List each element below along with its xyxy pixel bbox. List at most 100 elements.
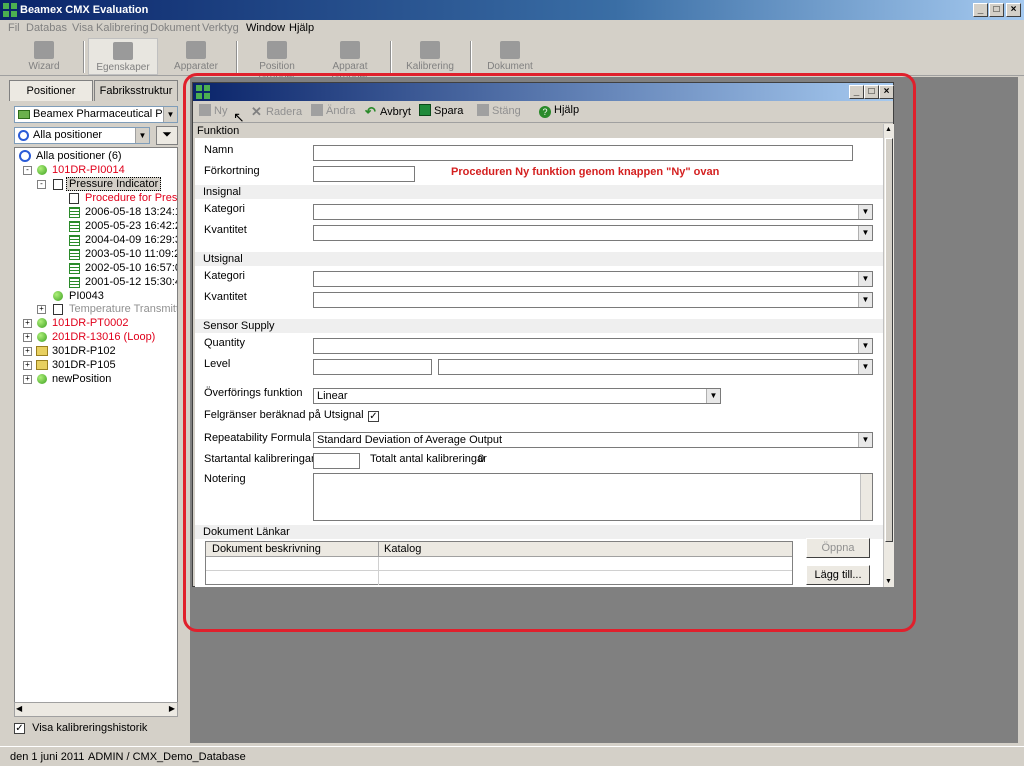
expand-icon[interactable]: + — [23, 333, 32, 342]
scrollbar-thumb[interactable] — [885, 138, 893, 542]
hjalp-button[interactable]: ? Hjälp — [539, 104, 579, 118]
egenskaper-button[interactable]: Egenskaper — [88, 38, 158, 75]
apparat-grupper-button[interactable]: Apparat Grupper — [314, 38, 386, 83]
save-icon — [419, 104, 431, 116]
tree-item-date[interactable]: 2003-05-10 11:09:28 — [85, 248, 177, 262]
position-filter-select[interactable]: Alla positioner ▼ — [14, 127, 150, 144]
radera-button[interactable]: ✕ Radera — [251, 104, 302, 119]
namn-input[interactable] — [313, 145, 853, 161]
window-maximize-button[interactable]: □ — [864, 85, 879, 99]
lagg-till-button[interactable]: Lägg till... — [806, 565, 870, 585]
expand-icon[interactable]: + — [23, 347, 32, 356]
andra-button[interactable]: Ändra — [311, 104, 355, 117]
expand-icon[interactable]: + — [23, 319, 32, 328]
tree-item-pi0043[interactable]: PI0043 — [69, 290, 104, 304]
tree-item-date[interactable]: 2006-05-18 13:24:14 — [85, 206, 177, 220]
menu-bar: Fil Databas Visa Kalibrering Dokument Ve… — [0, 20, 1024, 38]
expand-icon[interactable]: + — [23, 375, 32, 384]
filter-button[interactable]: ⏷ — [156, 126, 178, 145]
expand-icon[interactable]: + — [23, 361, 32, 370]
tree-horizontal-scrollbar[interactable]: ◀ ▶ — [14, 702, 178, 717]
tree-item-date[interactable]: 2005-05-23 16:42:29 — [85, 220, 177, 234]
utsignal-kategori-select[interactable]: ▼ — [313, 271, 873, 287]
scroll-up-icon[interactable]: ▲ — [885, 126, 892, 133]
menu-dokument[interactable]: Dokument — [150, 22, 200, 34]
menu-verktyg[interactable]: Verktyg — [202, 22, 239, 34]
form-vertical-scrollbar[interactable]: ▲ ▼ — [883, 124, 894, 587]
repeatability-label: Repeatability Formula — [204, 432, 311, 444]
totalt-label: Totalt antal kalibreringar — [370, 453, 487, 465]
menu-fil[interactable]: Fil — [8, 22, 20, 34]
oppna-button[interactable]: Öppna — [806, 538, 870, 558]
tree-item-pressure-indicator[interactable]: Pressure Indicator — [66, 177, 162, 191]
menu-kalibrering[interactable]: Kalibrering — [96, 22, 149, 34]
wizard-button[interactable]: Wizard — [14, 38, 74, 75]
level-unit-select[interactable]: ▼ — [438, 359, 873, 375]
tab-fabriksstruktur[interactable]: Fabriksstruktur — [94, 80, 178, 101]
tree-root[interactable]: Alla positioner (6) — [36, 150, 122, 164]
menu-hjalp[interactable]: Hjälp — [289, 22, 314, 34]
menu-window[interactable]: Window — [246, 22, 285, 34]
stang-button[interactable]: Stäng — [477, 104, 521, 117]
tree-item-temperature-transmitter[interactable]: Temperature Transmitter — [69, 303, 177, 317]
hjalp-label: Hjälp — [554, 104, 580, 116]
plant-icon — [18, 110, 30, 119]
col-dokument-beskrivning[interactable]: Dokument beskrivning — [212, 543, 321, 555]
ny-button[interactable]: Ny — [199, 104, 227, 117]
tree-item-date[interactable]: 2001-05-12 15:30:45 — [85, 276, 177, 290]
instruction-note: Proceduren Ny funktion genom knappen "Ny… — [451, 166, 720, 178]
close-button[interactable]: × — [1006, 3, 1021, 17]
tree-item-101dr-pi0014[interactable]: 101DR-PI0014 — [52, 164, 125, 178]
minimize-button[interactable]: _ — [973, 3, 988, 17]
quantity-label: Quantity — [204, 337, 245, 349]
calibration-result-icon — [69, 249, 80, 260]
overforings-value: Linear — [317, 390, 348, 402]
forkortning-input[interactable] — [313, 166, 415, 182]
window-close-button[interactable]: × — [879, 85, 894, 99]
insignal-kvantitet-select[interactable]: ▼ — [313, 225, 873, 241]
spara-label: Spara — [434, 105, 464, 117]
tree-item-procedure[interactable]: Procedure for Pressure — [85, 192, 177, 206]
plant-select[interactable]: Beamex Pharmaceutical Plant ▼ — [14, 106, 178, 123]
scroll-left-icon[interactable]: ◀ — [16, 704, 22, 713]
collapse-icon[interactable]: - — [37, 180, 46, 189]
kalibrering-button[interactable]: Kalibrering — [400, 38, 460, 75]
position-grupper-button[interactable]: Position Grupper — [240, 38, 314, 83]
notering-textarea[interactable] — [313, 473, 873, 521]
menu-visa[interactable]: Visa — [72, 22, 93, 34]
dokument-button[interactable]: Dokument — [480, 38, 540, 75]
position-ok-icon — [53, 291, 63, 301]
plant-select-value: Beamex Pharmaceutical Plant — [33, 108, 178, 120]
tree-item-101dr-pt0002[interactable]: 101DR-PT0002 — [52, 317, 128, 331]
overforings-select[interactable]: Linear ▼ — [313, 388, 721, 404]
sensor-quantity-select[interactable]: ▼ — [313, 338, 873, 354]
scroll-right-icon[interactable]: ▶ — [169, 704, 175, 713]
col-katalog[interactable]: Katalog — [384, 543, 421, 555]
totalt-value: 0 — [478, 453, 485, 465]
spara-button[interactable]: Spara — [419, 104, 463, 117]
expand-icon[interactable]: + — [37, 305, 46, 314]
tree-item-date[interactable]: 2002-05-10 16:57:01 — [85, 262, 177, 276]
tree-item-201dr-13016[interactable]: 201DR-13016 (Loop) — [52, 331, 155, 345]
visa-historik-checkbox[interactable]: ✓ — [14, 722, 25, 734]
tree-item-301dr-p102[interactable]: 301DR-P102 — [52, 345, 116, 359]
avbryt-button[interactable]: ↶ Avbryt — [365, 104, 411, 119]
window-minimize-button[interactable]: _ — [849, 85, 864, 99]
overforings-label: Överförings funktion — [204, 387, 303, 399]
startantal-input[interactable] — [313, 453, 360, 469]
tab-positioner[interactable]: Positioner — [9, 80, 93, 101]
insignal-kategori-select[interactable]: ▼ — [313, 204, 873, 220]
notering-scrollbar[interactable] — [860, 474, 872, 520]
tree-item-newposition[interactable]: newPosition — [52, 373, 111, 387]
tree-item-date[interactable]: 2004-04-09 16:29:35 — [85, 234, 177, 248]
apparater-button[interactable]: Apparater — [166, 38, 226, 75]
tree-item-301dr-p105[interactable]: 301DR-P105 — [52, 359, 116, 373]
felgranser-checkbox[interactable]: ✓ — [368, 411, 379, 422]
menu-databas[interactable]: Databas — [26, 22, 67, 34]
scroll-down-icon[interactable]: ▼ — [885, 578, 892, 585]
repeatability-select[interactable]: Standard Deviation of Average Output ▼ — [313, 432, 873, 448]
collapse-icon[interactable]: - — [23, 166, 32, 175]
maximize-button[interactable]: □ — [989, 3, 1004, 17]
level-input[interactable] — [313, 359, 432, 375]
utsignal-kvantitet-select[interactable]: ▼ — [313, 292, 873, 308]
